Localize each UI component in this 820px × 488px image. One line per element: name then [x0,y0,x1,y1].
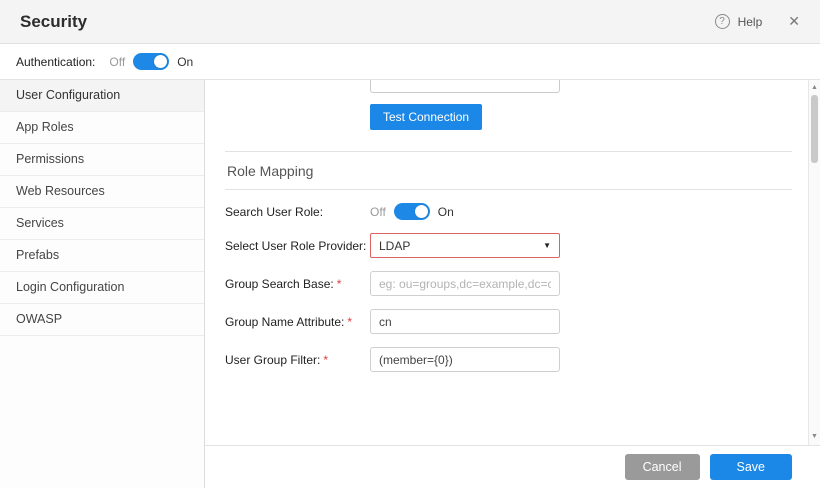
help-link[interactable]: Help [738,15,763,29]
sidebar-item-web-resources[interactable]: Web Resources [0,176,204,208]
close-icon[interactable]: ✕ [788,13,800,30]
toggle-knob [154,55,167,68]
user-role-provider-select[interactable]: LDAP ▼ [370,233,560,258]
role-mapping-panel: Role Mapping Search User Role: Off On Se… [225,151,792,372]
search-user-role-toggle[interactable] [394,203,430,220]
search-user-role-label: Search User Role: [225,205,370,219]
label-text: Group Name Attribute: [225,315,344,329]
search-user-role-toggle-group: Off On [370,203,454,220]
search-user-role-on-label: On [438,205,454,219]
authentication-toggle-group: Off On [109,53,193,70]
required-marker: * [323,353,328,367]
authentication-toggle-off-label: Off [109,55,125,69]
main-content: Test Connection Role Mapping Search User… [205,80,820,488]
vertical-scrollbar[interactable]: ▲ ▼ [808,80,820,445]
user-group-filter-row: User Group Filter:* [225,347,792,372]
scroll-up-icon[interactable]: ▲ [809,82,820,94]
help-icon[interactable]: ? [715,14,730,29]
authentication-toggle-on-label: On [177,55,193,69]
partially-visible-input[interactable] [370,80,560,93]
authentication-row: Authentication: Off On [0,44,820,80]
save-button[interactable]: Save [710,454,793,480]
provider-row: Select User Role Provider: LDAP ▼ [225,233,792,258]
sidebar-item-services[interactable]: Services [0,208,204,240]
search-user-role-row: Search User Role: Off On [225,203,792,220]
label-text: User Group Filter: [225,353,320,367]
sidebar-item-app-roles[interactable]: App Roles [0,112,204,144]
sidebar: User Configuration App Roles Permissions… [0,80,205,488]
scroll-down-icon[interactable]: ▼ [809,431,820,443]
sidebar-item-prefabs[interactable]: Prefabs [0,240,204,272]
sidebar-item-user-configuration[interactable]: User Configuration [0,80,204,112]
role-mapping-title: Role Mapping [225,152,792,190]
label-text: Group Search Base: [225,277,334,291]
sidebar-item-permissions[interactable]: Permissions [0,144,204,176]
group-search-base-row: Group Search Base:* [225,271,792,296]
group-name-attribute-label: Group Name Attribute:* [225,315,370,329]
group-name-attribute-input[interactable] [370,309,560,334]
search-user-role-off-label: Off [370,205,386,219]
sidebar-item-login-configuration[interactable]: Login Configuration [0,272,204,304]
scrollbar-thumb[interactable] [811,95,818,163]
chevron-down-icon: ▼ [543,241,551,250]
group-search-base-input[interactable] [370,271,560,296]
required-marker: * [337,277,342,291]
provider-label: Select User Role Provider: [225,239,370,253]
cancel-button[interactable]: Cancel [625,454,700,480]
authentication-label: Authentication: [16,55,95,69]
user-group-filter-label: User Group Filter:* [225,353,370,367]
group-name-attribute-row: Group Name Attribute:* [225,309,792,334]
group-search-base-label: Group Search Base:* [225,277,370,291]
header-actions: ? Help ✕ [715,13,800,30]
selected-provider-value: LDAP [379,239,410,253]
required-marker: * [347,315,352,329]
user-group-filter-input[interactable] [370,347,560,372]
toggle-knob [415,205,428,218]
app-header: Security ? Help ✕ [0,0,820,44]
sidebar-item-owasp[interactable]: OWASP [0,304,204,336]
authentication-toggle[interactable] [133,53,169,70]
scroll-area: Test Connection Role Mapping Search User… [205,80,808,445]
footer-actions: Cancel Save [205,445,820,488]
test-connection-button[interactable]: Test Connection [370,104,482,130]
page-title: Security [20,12,87,32]
